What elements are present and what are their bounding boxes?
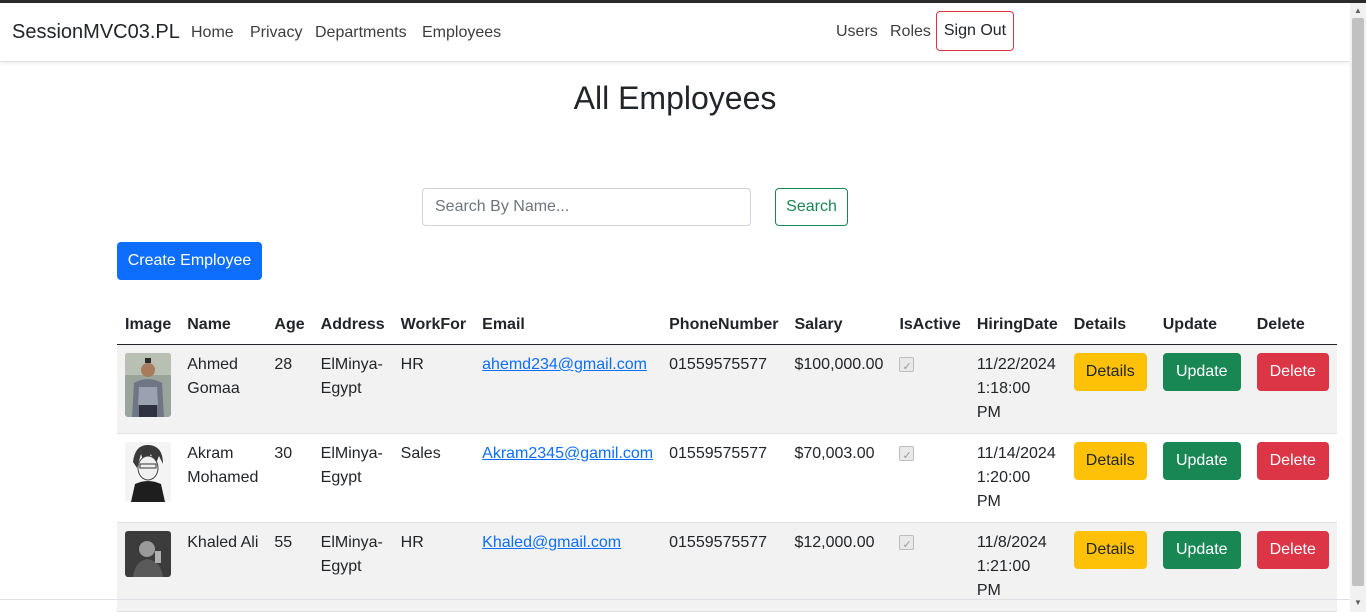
header-email: Email xyxy=(474,306,662,345)
navbar: SessionMVC03.PL Home Privacy Departments… xyxy=(0,3,1350,62)
scroll-up-icon[interactable]: ▲ xyxy=(1350,4,1366,18)
table-header-row: Image Name Age Address WorkFor Email Pho… xyxy=(117,306,1337,345)
details-cell: Details xyxy=(1065,344,1155,434)
employee-name: Ahmed Gomaa xyxy=(179,344,267,434)
employee-workfor: Sales xyxy=(392,433,475,523)
isactive-cell xyxy=(891,433,969,523)
header-image: Image xyxy=(117,306,180,345)
employee-hiringdate: 11/14/2024 1:20:00 PM xyxy=(968,433,1066,523)
employee-address: ElMinya-Egypt xyxy=(312,344,393,434)
delete-cell: Delete xyxy=(1248,344,1337,434)
employee-photo xyxy=(125,531,171,577)
isactive-checkbox xyxy=(899,444,915,468)
nav-users[interactable]: Users xyxy=(836,23,878,41)
details-cell: Details xyxy=(1065,433,1155,523)
nav-privacy[interactable]: Privacy xyxy=(250,24,302,42)
details-button[interactable]: Details xyxy=(1073,442,1147,480)
footer-divider xyxy=(0,599,1350,600)
employee-age: 30 xyxy=(266,433,313,523)
employee-hiringdate: 11/22/2024 1:18:00 PM xyxy=(968,344,1066,434)
nav-departments[interactable]: Departments xyxy=(315,24,407,42)
delete-button[interactable]: Delete xyxy=(1256,442,1329,480)
employee-email-link[interactable]: Khaled@gmail.com xyxy=(482,534,621,551)
employees-table: Image Name Age Address WorkFor Email Pho… xyxy=(117,306,1337,612)
search-input[interactable] xyxy=(422,188,751,226)
employee-workfor: HR xyxy=(392,344,475,434)
image-cell xyxy=(117,433,180,523)
employee-age: 28 xyxy=(266,344,313,434)
update-cell: Update xyxy=(1154,433,1249,523)
update-button[interactable]: Update xyxy=(1162,353,1241,391)
table-row: Ahmed Gomaa 28 ElMinya-Egypt HR ahemd234… xyxy=(117,344,1337,434)
email-cell: Akram2345@gamil.com xyxy=(474,433,662,523)
header-update: Update xyxy=(1154,306,1249,345)
nav-employees[interactable]: Employees xyxy=(422,24,501,42)
employee-email-link[interactable]: Akram2345@gamil.com xyxy=(482,445,653,462)
employee-photo xyxy=(125,442,171,502)
header-salary: Salary xyxy=(786,306,892,345)
create-employee-button[interactable]: Create Employee xyxy=(117,242,262,280)
employee-photo xyxy=(125,353,171,417)
employee-salary: $70,003.00 xyxy=(786,433,892,523)
update-button[interactable]: Update xyxy=(1162,531,1241,569)
employee-email-link[interactable]: ahemd234@gmail.com xyxy=(482,356,647,373)
header-age: Age xyxy=(266,306,313,345)
header-delete: Delete xyxy=(1248,306,1337,345)
update-button[interactable]: Update xyxy=(1162,442,1241,480)
brand-logo[interactable]: SessionMVC03.PL xyxy=(12,21,180,44)
search-button[interactable]: Search xyxy=(775,188,848,226)
delete-button[interactable]: Delete xyxy=(1256,353,1329,391)
image-cell xyxy=(117,344,180,434)
employee-phone: 01559575577 xyxy=(661,344,787,434)
page-title: All Employees xyxy=(573,80,777,116)
scroll-down-icon[interactable]: ▼ xyxy=(1350,596,1366,610)
header-workfor: WorkFor xyxy=(392,306,475,345)
employee-name: Akram Mohamed xyxy=(179,433,267,523)
header-details: Details xyxy=(1065,306,1155,345)
nav-home[interactable]: Home xyxy=(191,24,234,42)
header-address: Address xyxy=(312,306,393,345)
employee-phone: 01559575577 xyxy=(661,433,787,523)
header-isactive: IsActive xyxy=(891,306,969,345)
details-button[interactable]: Details xyxy=(1073,531,1147,569)
isactive-cell xyxy=(891,344,969,434)
header-name: Name xyxy=(179,306,267,345)
delete-button[interactable]: Delete xyxy=(1256,531,1329,569)
isactive-checkbox xyxy=(899,355,915,379)
nav-roles[interactable]: Roles xyxy=(890,23,931,41)
email-cell: ahemd234@gmail.com xyxy=(474,344,662,434)
employee-salary: $100,000.00 xyxy=(786,344,892,434)
sign-out-button[interactable]: Sign Out xyxy=(936,11,1014,51)
header-hiringdate: HiringDate xyxy=(968,306,1066,345)
isactive-checkbox xyxy=(899,533,915,557)
table-row: Akram Mohamed 30 ElMinya-Egypt Sales Akr… xyxy=(117,433,1337,523)
header-phone: PhoneNumber xyxy=(661,306,787,345)
details-button[interactable]: Details xyxy=(1073,353,1147,391)
delete-cell: Delete xyxy=(1248,433,1337,523)
employee-address: ElMinya-Egypt xyxy=(312,433,393,523)
update-cell: Update xyxy=(1154,344,1249,434)
scrollbar-thumb[interactable] xyxy=(1352,18,1364,586)
